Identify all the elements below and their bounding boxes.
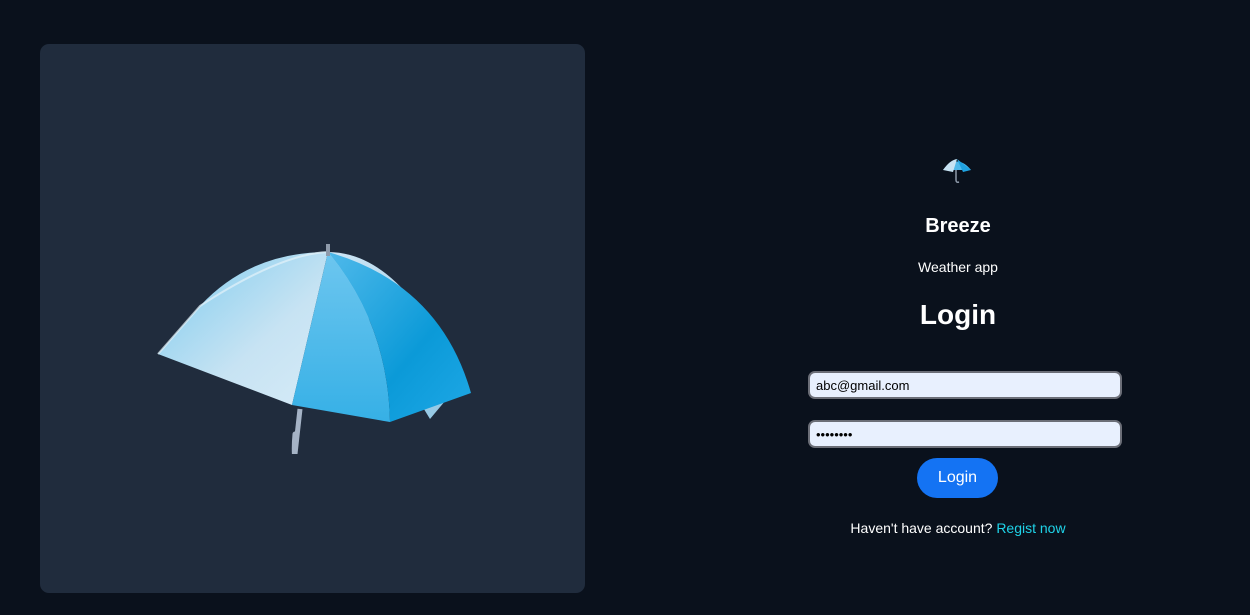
register-row: Haven't have account? Regist now	[808, 520, 1108, 537]
password-field[interactable]	[808, 420, 1122, 448]
login-heading: Login	[919, 299, 997, 330]
login-button[interactable]: Login	[917, 458, 998, 498]
brand-tagline: Weather app	[918, 259, 998, 275]
register-prompt: Haven't have account?	[850, 520, 993, 536]
umbrella-icon	[943, 159, 971, 183]
register-link[interactable]: Regist now	[996, 520, 1065, 536]
login-page: Breeze Weather app Login Login Haven't h…	[0, 0, 1250, 615]
email-field[interactable]	[808, 371, 1122, 399]
hero-panel	[40, 44, 585, 593]
brand-name: Breeze	[925, 215, 991, 237]
umbrella-illustration	[157, 244, 471, 454]
